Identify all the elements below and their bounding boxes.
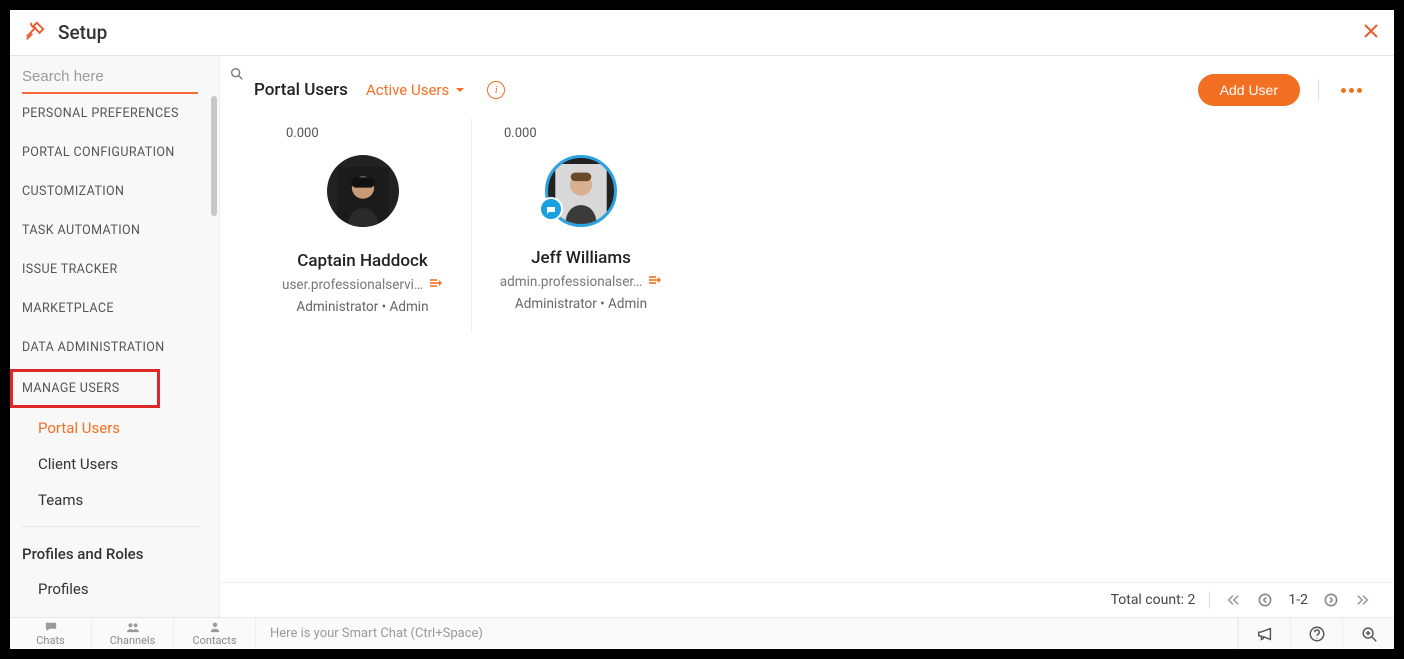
pager-first-icon[interactable] bbox=[1224, 591, 1242, 609]
setup-sidebar: PERSONAL PREFERENCES PORTAL CONFIGURATIO… bbox=[10, 56, 220, 617]
channels-icon bbox=[126, 621, 140, 633]
nav-group-manage-users[interactable]: MANAGE USERS bbox=[10, 369, 160, 408]
nav-group-personal-preferences[interactable]: PERSONAL PREFERENCES bbox=[10, 94, 211, 133]
user-zero-value: 0.000 bbox=[478, 126, 684, 141]
pager-divider bbox=[1209, 591, 1210, 609]
help-icon[interactable] bbox=[1290, 618, 1342, 649]
pager-range: 1-2 bbox=[1288, 592, 1308, 608]
pager-next-icon[interactable] bbox=[1322, 591, 1340, 609]
nav-group-portal-configuration[interactable]: PORTAL CONFIGURATION bbox=[10, 133, 211, 172]
smart-chat-input[interactable]: Here is your Smart Chat (Ctrl+Space) bbox=[256, 618, 1238, 649]
bottom-tab-label: Channels bbox=[110, 634, 156, 647]
chat-icon bbox=[44, 621, 58, 633]
nav-sub-profiles[interactable]: Profiles bbox=[10, 571, 211, 607]
user-email: admin.professionalser… bbox=[478, 274, 684, 290]
user-zero-value: 0.000 bbox=[260, 126, 465, 141]
more-actions-icon[interactable] bbox=[1337, 84, 1366, 97]
bottom-tab-label: Contacts bbox=[192, 634, 236, 647]
content-area: Portal Users Active Users i Add User 0.0… bbox=[220, 56, 1394, 617]
nav-sub-portal-users[interactable]: Portal Users bbox=[10, 410, 211, 446]
filter-active-users[interactable]: Active Users bbox=[366, 81, 465, 99]
bottom-tab-contacts[interactable]: Contacts bbox=[174, 618, 256, 649]
tools-icon bbox=[24, 20, 46, 46]
bottom-bar: Chats Channels Contacts Here is your Sma… bbox=[10, 617, 1394, 649]
nav-group-data-administration[interactable]: DATA ADMINISTRATION bbox=[10, 328, 211, 367]
filter-label: Active Users bbox=[366, 81, 449, 99]
email-forward-icon bbox=[648, 274, 662, 290]
user-role: Administrator • Admin bbox=[260, 299, 465, 315]
user-role: Administrator • Admin bbox=[478, 296, 684, 312]
bottom-tab-label: Chats bbox=[36, 634, 64, 647]
support-badge-icon bbox=[539, 197, 563, 221]
user-card[interactable]: 0.000 Jeff Williams admin.professionalser…… bbox=[472, 118, 690, 333]
nav-sub-teams[interactable]: Teams bbox=[10, 482, 211, 518]
user-name: Captain Haddock bbox=[260, 251, 465, 271]
pagination-bar: Total count: 2 1-2 bbox=[220, 582, 1394, 617]
setup-title: Setup bbox=[58, 21, 107, 44]
nav-group-customization[interactable]: CUSTOMIZATION bbox=[10, 172, 211, 211]
close-icon[interactable] bbox=[1362, 22, 1380, 44]
pager-prev-icon[interactable] bbox=[1256, 591, 1274, 609]
zoom-icon[interactable] bbox=[1342, 618, 1394, 649]
info-icon[interactable]: i bbox=[487, 81, 505, 99]
add-user-button[interactable]: Add User bbox=[1198, 74, 1300, 106]
nav-group-issue-tracker[interactable]: ISSUE TRACKER bbox=[10, 250, 211, 289]
user-name: Jeff Williams bbox=[478, 248, 684, 268]
smart-chat-hint: Here is your Smart Chat (Ctrl+Space) bbox=[270, 626, 483, 641]
nav-group-task-automation[interactable]: TASK AUTOMATION bbox=[10, 211, 211, 250]
nav-heading-profiles-roles[interactable]: Profiles and Roles bbox=[10, 535, 211, 571]
header-divider bbox=[1318, 79, 1319, 101]
sidebar-divider bbox=[22, 526, 199, 527]
page-title: Portal Users bbox=[254, 80, 348, 100]
nav-group-marketplace[interactable]: MARKETPLACE bbox=[10, 289, 211, 328]
pager-last-icon[interactable] bbox=[1354, 591, 1372, 609]
announcement-icon[interactable] bbox=[1238, 618, 1290, 649]
user-email: user.professionalservi… bbox=[260, 277, 465, 293]
nav-sub-client-users[interactable]: Client Users bbox=[10, 446, 211, 482]
user-card[interactable]: 0.000 Captain Haddock user.professionalser… bbox=[254, 118, 472, 333]
contacts-icon bbox=[208, 621, 222, 633]
sidebar-search-input[interactable] bbox=[22, 68, 221, 85]
user-avatar[interactable] bbox=[327, 155, 399, 227]
bottom-tab-chats[interactable]: Chats bbox=[10, 618, 92, 649]
sidebar-scrollbar[interactable] bbox=[211, 96, 217, 216]
bottom-tab-channels[interactable]: Channels bbox=[92, 618, 174, 649]
email-forward-icon bbox=[429, 277, 443, 293]
total-count-label: Total count: 2 bbox=[1111, 592, 1196, 608]
setup-header: Setup bbox=[10, 10, 1394, 56]
caret-down-icon bbox=[455, 85, 465, 95]
